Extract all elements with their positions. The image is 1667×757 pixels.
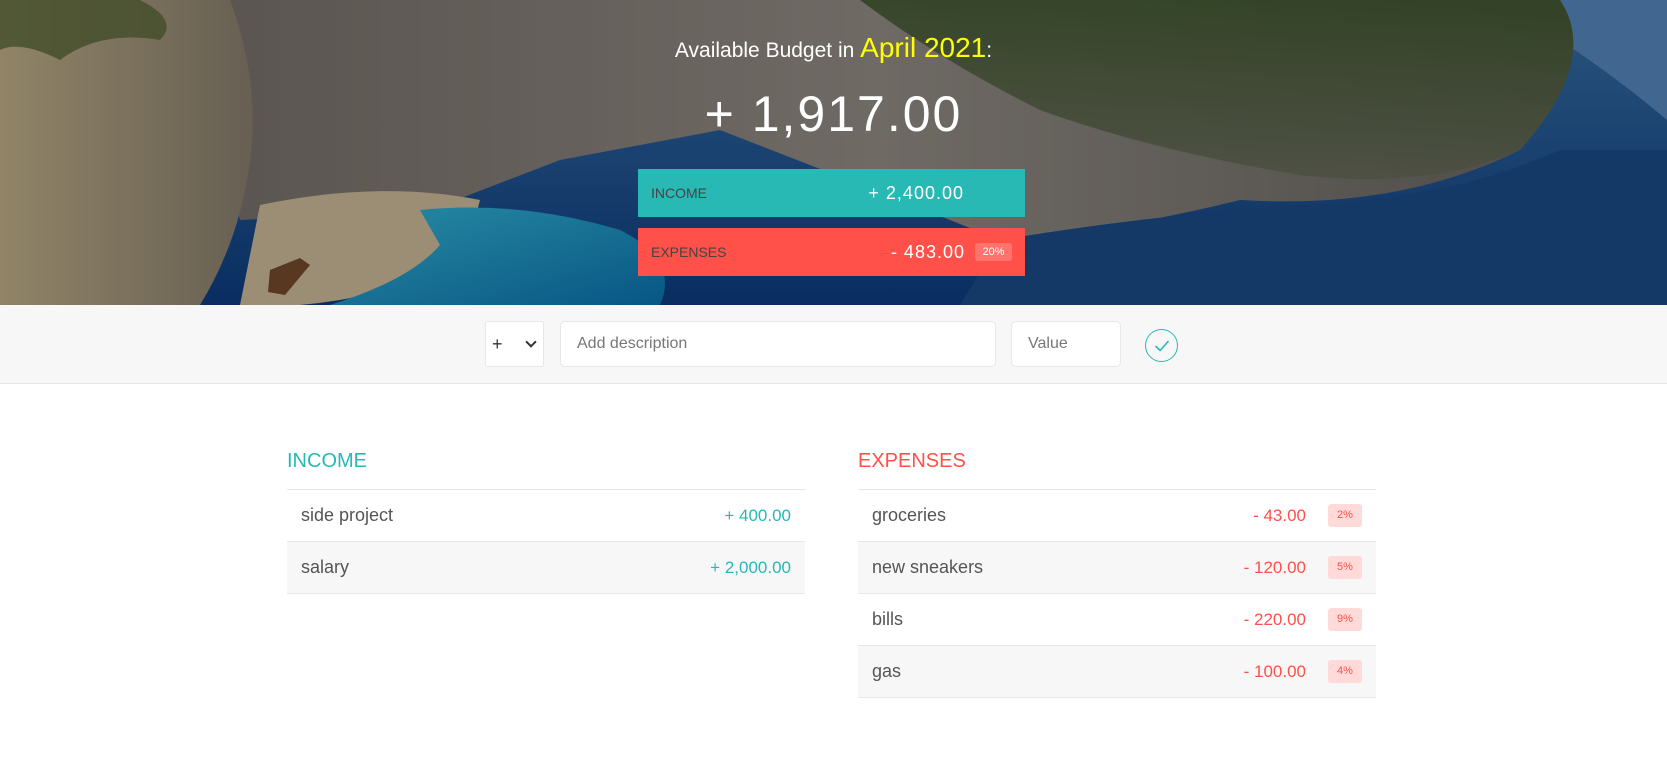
available-budget: Available Budget in April 2021: + 1,917.… bbox=[0, 30, 1667, 145]
expense-item[interactable]: gas - 100.00 4% bbox=[858, 646, 1376, 698]
income-item[interactable]: side project + 400.00 bbox=[287, 490, 805, 542]
item-description: groceries bbox=[872, 505, 947, 525]
budget-expenses-summary: Expenses - 483.00 20% bbox=[638, 228, 1025, 276]
add-item-bar: + bbox=[0, 305, 1667, 384]
item-value: + 400.00 bbox=[724, 505, 791, 525]
budget-income-value: + 2,400.00 bbox=[868, 182, 964, 203]
add-value-input[interactable] bbox=[1011, 321, 1121, 367]
expense-items: groceries - 43.00 2% new sneakers - 120.… bbox=[858, 490, 1376, 698]
expenses-title: Expenses bbox=[858, 445, 1376, 490]
item-value: + 2,000.00 bbox=[710, 557, 791, 577]
item-description: new sneakers bbox=[872, 557, 984, 577]
add-type-select[interactable]: + bbox=[485, 321, 544, 367]
item-percentage: 9% bbox=[1328, 608, 1362, 631]
budget-expenses-percentage: 20% bbox=[975, 243, 1012, 261]
expense-item[interactable]: bills - 220.00 9% bbox=[858, 594, 1376, 646]
expense-item[interactable]: groceries - 43.00 2% bbox=[858, 490, 1376, 542]
item-description: salary bbox=[301, 557, 350, 577]
checkmark-icon bbox=[1154, 340, 1169, 351]
item-percentage: 5% bbox=[1328, 556, 1362, 579]
budget-expenses-value: - 483.00 bbox=[890, 241, 965, 262]
expense-item[interactable]: new sneakers - 120.00 5% bbox=[858, 542, 1376, 594]
budget-income-summary: Income + 2,400.00 bbox=[638, 169, 1025, 217]
income-items: side project + 400.00 salary + 2,000.00 bbox=[287, 490, 805, 594]
add-type-value: + bbox=[492, 333, 503, 354]
income-list: Income side project + 400.00 salary + 2,… bbox=[287, 445, 805, 594]
budget-title: Available Budget in April 2021: bbox=[0, 30, 1667, 66]
item-description: gas bbox=[872, 661, 902, 681]
item-value: - 220.00 bbox=[1243, 609, 1306, 629]
budget-value: + 1,917.00 bbox=[704, 86, 963, 142]
item-description: side project bbox=[301, 505, 394, 525]
add-description-input[interactable] bbox=[560, 321, 996, 367]
income-item[interactable]: salary + 2,000.00 bbox=[287, 542, 805, 594]
budget-title-suffix: : bbox=[986, 39, 993, 62]
item-percentage: 4% bbox=[1328, 660, 1362, 683]
item-description: bills bbox=[872, 609, 904, 629]
budget-month: April 2021 bbox=[860, 32, 987, 63]
budget-expenses-label: Expenses bbox=[651, 244, 727, 260]
item-value: - 100.00 bbox=[1243, 661, 1306, 681]
chevron-down-icon bbox=[525, 336, 537, 348]
item-value: - 120.00 bbox=[1243, 557, 1306, 577]
budget-income-label: Income bbox=[651, 185, 707, 201]
item-percentage: 2% bbox=[1328, 504, 1362, 527]
item-value: - 43.00 bbox=[1253, 505, 1306, 525]
budget-header: Available Budget in April 2021: + 1,917.… bbox=[0, 0, 1667, 305]
expenses-list: Expenses groceries - 43.00 2% new sneake… bbox=[858, 445, 1376, 698]
income-title: Income bbox=[287, 445, 805, 490]
add-item-button[interactable] bbox=[1145, 329, 1178, 362]
budget-title-prefix: Available Budget in bbox=[674, 39, 855, 62]
